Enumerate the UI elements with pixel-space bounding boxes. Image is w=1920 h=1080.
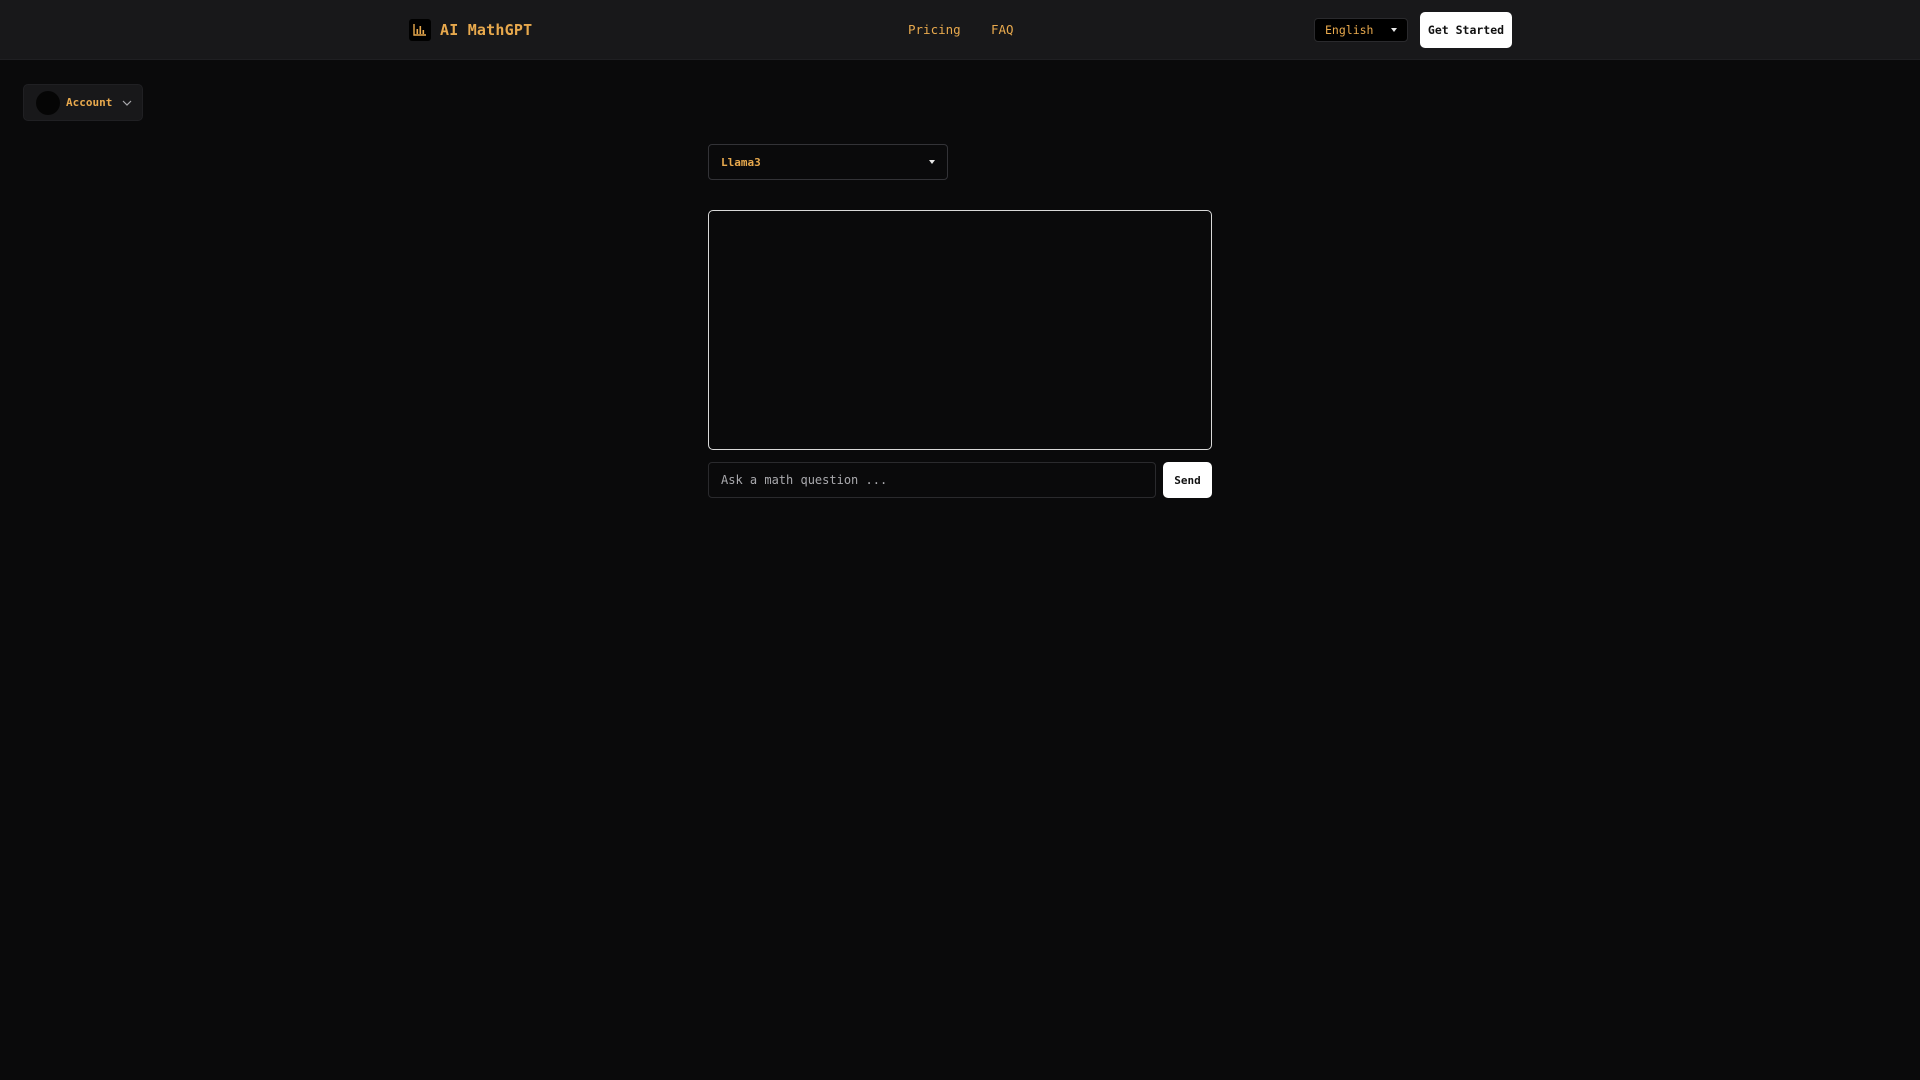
model-select[interactable]: Llama3 xyxy=(708,144,948,180)
get-started-button[interactable]: Get Started xyxy=(1420,12,1512,48)
language-select[interactable]: English xyxy=(1314,18,1408,42)
site-logo[interactable]: AI MathGPT xyxy=(409,19,532,41)
language-select-value: English xyxy=(1325,23,1374,37)
chevron-down-icon xyxy=(122,100,132,106)
top-navigation-bar: AI MathGPT Pricing FAQ English Get Start… xyxy=(0,0,1920,60)
send-button[interactable]: Send xyxy=(1163,462,1212,498)
account-label: Account xyxy=(66,96,113,109)
chat-output-area[interactable] xyxy=(708,210,1212,450)
nav-link-faq[interactable]: FAQ xyxy=(991,22,1014,37)
question-input[interactable] xyxy=(708,462,1156,498)
nav-link-pricing[interactable]: Pricing xyxy=(908,22,961,37)
avatar xyxy=(36,90,60,115)
model-select-value: Llama3 xyxy=(721,155,761,169)
bar-chart-icon xyxy=(409,19,431,41)
caret-down-icon xyxy=(929,160,935,164)
account-menu-button[interactable]: Account xyxy=(23,84,143,121)
caret-down-icon xyxy=(1391,28,1397,32)
site-title: AI MathGPT xyxy=(440,21,533,39)
